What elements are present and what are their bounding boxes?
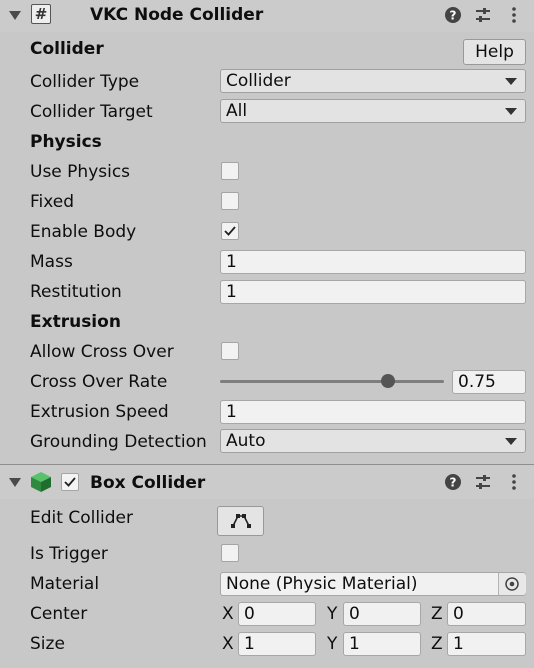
chevron-down-icon [505,438,517,445]
grounding-detection-label: Grounding Detection [30,432,207,452]
fixed-checkbox[interactable] [221,192,239,210]
kebab-menu-icon[interactable] [510,473,518,491]
collider-type-value: Collider [226,71,291,91]
grounding-detection-dropdown[interactable]: Auto [220,429,526,453]
foldout-arrow-icon[interactable] [9,11,21,20]
checkmark-icon [224,226,236,236]
help-icon[interactable]: ? [444,473,462,491]
center-y-field[interactable]: 0 [343,602,421,626]
center-z-field[interactable]: 0 [447,602,526,626]
chevron-down-icon [505,108,517,115]
extrusion-speed-field[interactable]: 1 [220,400,526,424]
center-x-field[interactable]: 0 [238,602,316,626]
checkmark-icon [64,477,76,487]
foldout-arrow-icon[interactable] [9,478,21,487]
size-label: Size [30,634,65,654]
size-y-field[interactable]: 1 [343,632,421,656]
allow-cross-over-label: Allow Cross Over [30,342,174,362]
cross-over-rate-field[interactable]: 0.75 [452,370,526,394]
mass-label: Mass [30,252,73,272]
size-z-axis-label: Z [431,634,443,654]
size-x-field[interactable]: 1 [238,632,316,656]
script-icon: # [31,4,51,24]
mass-field[interactable]: 1 [220,250,526,274]
object-picker-button[interactable] [498,573,526,595]
collider-type-dropdown[interactable]: Collider [220,69,526,93]
presets-icon[interactable] [474,6,492,24]
restitution-field[interactable]: 1 [220,280,526,304]
help-button[interactable]: Help [463,39,526,65]
collider-type-label: Collider Type [30,72,140,92]
component-title: Box Collider [90,473,206,493]
allow-cross-over-checkbox[interactable] [221,342,239,360]
section-physics: Physics [30,132,102,152]
grounding-detection-value: Auto [226,431,266,451]
use-physics-label: Use Physics [30,162,131,182]
script-icon-glyph: # [34,5,48,23]
enable-body-label: Enable Body [30,222,137,242]
cross-over-rate-label: Cross Over Rate [30,372,168,392]
material-value: None (Physic Material) [226,574,418,594]
center-y-axis-label: Y [327,604,338,624]
kebab-menu-icon[interactable] [510,6,518,24]
material-label: Material [30,574,100,594]
collider-target-label: Collider Target [30,102,153,122]
presets-icon[interactable] [474,473,492,491]
size-z-field[interactable]: 1 [447,632,526,656]
component-title: VKC Node Collider [90,5,264,25]
center-z-axis-label: Z [431,604,443,624]
section-extrusion: Extrusion [30,312,121,332]
box-collider-enabled-checkbox[interactable] [61,473,79,491]
edit-collider-label: Edit Collider [30,508,134,528]
edit-collider-button[interactable] [217,506,264,536]
help-icon[interactable]: ? [444,6,462,24]
svg-text:?: ? [450,476,457,490]
section-collider: Collider [30,39,104,59]
object-picker-icon [505,577,519,591]
size-y-axis-label: Y [327,634,338,654]
fixed-label: Fixed [30,192,75,212]
cube-icon [31,472,51,492]
edit-bounds-icon [230,514,251,528]
is-trigger-checkbox[interactable] [221,544,239,562]
enable-body-checkbox[interactable] [221,222,239,240]
cross-over-rate-slider-track[interactable] [220,380,444,383]
cross-over-rate-slider-thumb[interactable] [381,374,395,388]
collider-target-value: All [226,101,248,121]
extrusion-speed-label: Extrusion Speed [30,402,169,422]
restitution-label: Restitution [30,282,122,302]
center-label: Center [30,604,88,624]
center-x-axis-label: X [222,604,234,624]
svg-text:?: ? [450,9,457,23]
use-physics-checkbox[interactable] [221,162,239,180]
collider-target-dropdown[interactable]: All [220,99,526,123]
is-trigger-label: Is Trigger [30,544,108,564]
material-field[interactable]: None (Physic Material) [220,572,526,596]
size-x-axis-label: X [222,634,234,654]
chevron-down-icon [505,78,517,85]
